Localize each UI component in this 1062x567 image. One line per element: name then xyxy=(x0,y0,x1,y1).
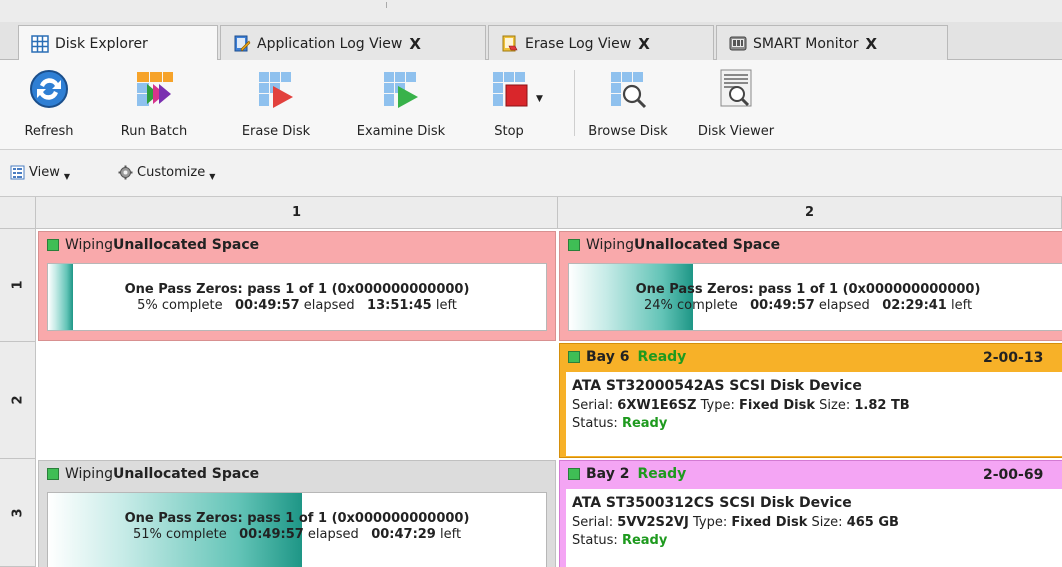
close-icon[interactable]: X xyxy=(865,35,877,53)
customize-label: Customize xyxy=(137,165,206,180)
browse-disk-label: Browse Disk xyxy=(588,124,668,139)
disk-viewer-label: Disk Viewer xyxy=(697,124,775,139)
status-indicator xyxy=(47,239,59,251)
erase-disk-label: Erase Disk xyxy=(241,124,311,139)
close-icon[interactable]: X xyxy=(638,35,650,53)
stop-icon xyxy=(493,72,528,107)
bay-code: 2-00-13 xyxy=(983,350,1044,366)
refresh-button[interactable]: Refresh xyxy=(14,64,84,148)
column-header-2[interactable]: 2 xyxy=(558,197,1062,229)
device-name: ATA ST3500312CS SCSI Disk Device xyxy=(572,495,852,511)
tab-smart-monitor[interactable]: SMART Monitor X xyxy=(716,25,948,61)
row-header-1[interactable]: 1 xyxy=(0,229,36,342)
chevron-down-icon: ▼ xyxy=(209,172,216,181)
run-batch-label: Run Batch xyxy=(120,124,188,139)
examine-disk-label: Examine Disk xyxy=(356,124,446,139)
tab-label: Application Log View xyxy=(257,35,403,52)
device-status: Status: Ready xyxy=(572,533,668,548)
stop-label: Stop xyxy=(494,124,524,139)
device-details: Serial: 6XW1E6SZ Type: Fixed Disk Size: … xyxy=(572,398,910,413)
examine-disk-button[interactable]: Examine Disk xyxy=(352,64,450,148)
ribbon-toolbar: Refresh Run Batch Erase Disk Examine Dis… xyxy=(0,60,1062,150)
erase-disk-icon xyxy=(259,72,293,108)
tab-application-log-view[interactable]: Application Log View X xyxy=(220,25,486,61)
top-strip-marker xyxy=(386,2,387,8)
device-name: ATA ST32000542AS SCSI Disk Device xyxy=(572,378,862,394)
browse-disk-button[interactable]: Browse Disk xyxy=(582,64,674,148)
chevron-down-icon: ▼ xyxy=(63,172,71,181)
status-indicator xyxy=(568,468,580,480)
browse-disk-icon xyxy=(611,72,647,109)
chevron-down-icon[interactable]: ▼ xyxy=(536,94,543,104)
view-menu[interactable]: View ▼ xyxy=(10,164,70,181)
monitor-icon xyxy=(729,36,747,50)
disk-info-box: ATA ST3500312CS SCSI Disk Device Serial:… xyxy=(566,489,1062,567)
erase-log-icon xyxy=(502,35,518,51)
cell-header: Wiping Unallocated Space xyxy=(47,466,259,482)
column-header-1[interactable]: 1 xyxy=(36,197,558,229)
row-header-3[interactable]: 3 xyxy=(0,459,36,567)
cell-header: Wiping Unallocated Space xyxy=(568,237,780,253)
tab-bar: Disk Explorer Application Log View X Era… xyxy=(0,22,1062,61)
refresh-label: Refresh xyxy=(24,124,74,139)
cell-header: Bay 2 Ready xyxy=(568,466,686,482)
view-bar: View ▼ Customize ▼ xyxy=(0,150,1062,197)
progress-box: One Pass Zeros: pass 1 of 1 (0x000000000… xyxy=(568,263,1062,331)
disk-grid: 1 2 1 2 3 Wiping Unallocated Space One P… xyxy=(0,197,1062,567)
tab-erase-log-view[interactable]: Erase Log View X xyxy=(488,25,714,61)
device-status: Status: Ready xyxy=(572,416,668,431)
progress-text: One Pass Zeros: pass 1 of 1 (0x000000000… xyxy=(124,282,470,313)
disk-info-box: ATA ST32000542AS SCSI Disk Device Serial… xyxy=(566,372,1062,456)
customize-menu[interactable]: Customize ▼ xyxy=(118,164,215,181)
disk-viewer-button[interactable]: Disk Viewer xyxy=(690,64,782,148)
cell-header: Wiping Unallocated Space xyxy=(47,237,259,253)
cell-header: Bay 6 Ready xyxy=(568,349,686,365)
close-icon[interactable]: X xyxy=(409,35,421,53)
status-indicator xyxy=(47,468,59,480)
view-icon xyxy=(10,165,25,180)
status-indicator xyxy=(568,239,580,251)
progress-box: One Pass Zeros: pass 1 of 1 (0x000000000… xyxy=(47,263,547,331)
device-details: Serial: 5VV2S2VJ Type: Fixed Disk Size: … xyxy=(572,515,899,530)
disk-cell-r2c2[interactable]: Bay 6 Ready 2-00-13 ATA ST32000542AS SCS… xyxy=(559,343,1062,458)
bay-code: 2-00-69 xyxy=(983,467,1044,483)
erase-disk-button[interactable]: Erase Disk xyxy=(236,64,316,148)
status-indicator xyxy=(568,351,580,363)
run-batch-icon xyxy=(137,72,173,106)
tab-label: Disk Explorer xyxy=(55,35,148,52)
examine-disk-icon xyxy=(384,72,418,108)
window-top-strip xyxy=(0,0,1062,22)
disk-cell-r1c2[interactable]: Wiping Unallocated Space One Pass Zeros:… xyxy=(559,231,1062,341)
tab-label: Erase Log View xyxy=(525,35,632,52)
grid-corner xyxy=(0,197,36,229)
stop-button[interactable]: ▼ Stop xyxy=(478,64,556,148)
tab-label: SMART Monitor xyxy=(753,35,859,52)
refresh-icon xyxy=(30,70,68,108)
progress-text: One Pass Zeros: pass 1 of 1 (0x000000000… xyxy=(635,282,981,313)
progress-box: One Pass Zeros: pass 1 of 1 (0x000000000… xyxy=(47,492,547,567)
empty-cell-r2c1[interactable] xyxy=(37,343,557,458)
log-icon xyxy=(234,35,251,52)
ribbon-separator xyxy=(574,70,575,136)
row-header-2[interactable]: 2 xyxy=(0,342,36,459)
progress-text: One Pass Zeros: pass 1 of 1 (0x000000000… xyxy=(124,511,470,542)
run-batch-button[interactable]: Run Batch xyxy=(112,64,196,148)
disk-cell-r1c1[interactable]: Wiping Unallocated Space One Pass Zeros:… xyxy=(38,231,556,341)
grid-icon xyxy=(31,34,49,53)
disk-viewer-icon xyxy=(720,69,752,107)
disk-cell-r3c2[interactable]: Bay 2 Ready 2-00-69 ATA ST3500312CS SCSI… xyxy=(559,460,1062,567)
disk-cell-r3c1[interactable]: Wiping Unallocated Space One Pass Zeros:… xyxy=(38,460,556,567)
view-label: View xyxy=(29,165,60,180)
tab-disk-explorer[interactable]: Disk Explorer xyxy=(18,25,218,61)
gear-icon xyxy=(118,165,133,180)
